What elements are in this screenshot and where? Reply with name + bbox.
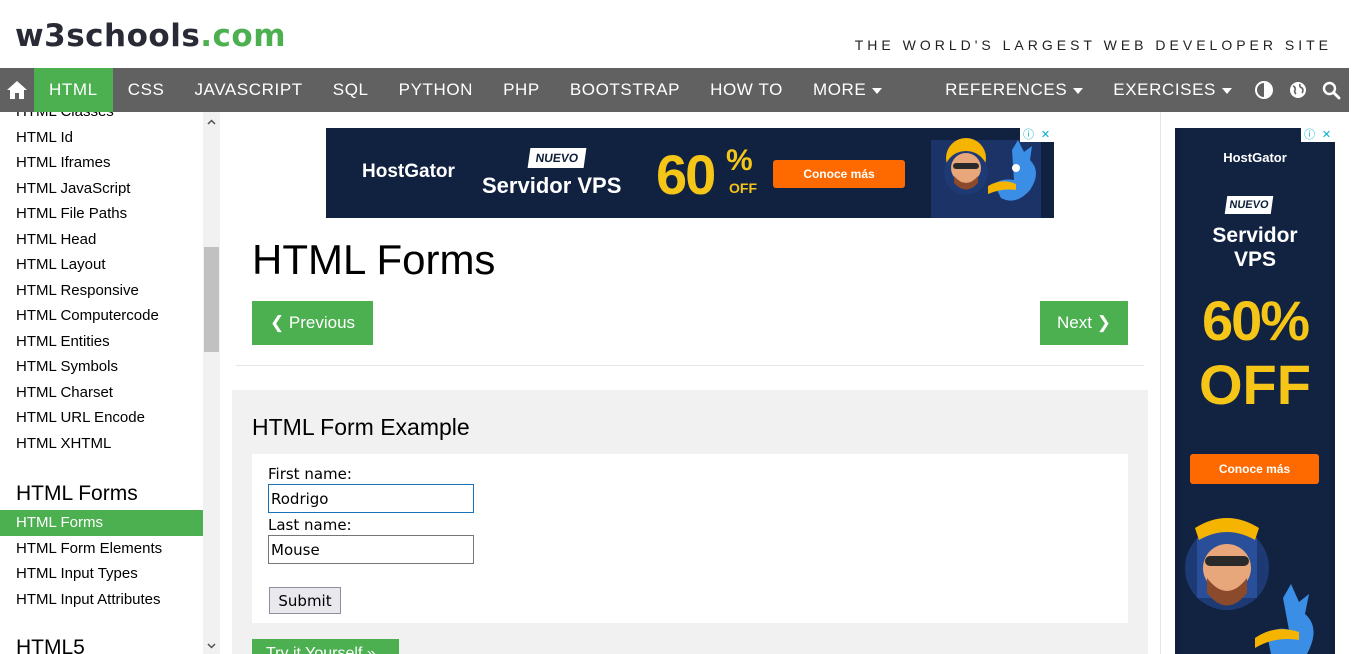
try-it-yourself-button[interactable]: Try it Yourself » bbox=[252, 639, 399, 654]
nav-item-css[interactable]: CSS bbox=[113, 68, 180, 112]
nav-item-php[interactable]: PHP bbox=[488, 68, 555, 112]
sidebar-item-html-xhtml[interactable]: HTML XHTML bbox=[0, 431, 203, 457]
nav-item-python[interactable]: PYTHON bbox=[384, 68, 488, 112]
last-name-label: Last name: bbox=[268, 516, 352, 534]
ad-banner-cta-button[interactable]: Conoce más bbox=[773, 160, 905, 188]
w3schools-logo[interactable]: w3schools.com bbox=[15, 18, 286, 54]
nav-item-html[interactable]: HTML bbox=[34, 68, 113, 112]
nav-item-sql[interactable]: SQL bbox=[318, 68, 384, 112]
ad-banner-badge: NUEVO bbox=[527, 148, 587, 168]
sidebar-item-html-charset[interactable]: HTML Charset bbox=[0, 380, 203, 406]
ad-banner-headline: Servidor VPS bbox=[482, 173, 622, 198]
ad-side-cta-button[interactable]: Conoce más bbox=[1190, 454, 1319, 484]
ad-side-headline-2: VPS bbox=[1233, 248, 1277, 271]
example-title: HTML Form Example bbox=[252, 414, 470, 440]
sidebar-scrollbar-thumb[interactable] bbox=[204, 247, 219, 352]
nav-item-references-label: REFERENCES bbox=[945, 80, 1068, 99]
previous-button[interactable]: ❮ Previous bbox=[252, 301, 373, 345]
translate-button[interactable] bbox=[1281, 68, 1315, 112]
ad-info-icon[interactable]: ⓘ bbox=[1020, 128, 1037, 142]
contrast-icon bbox=[1254, 81, 1273, 99]
ad-choices-controls: ⓘ ✕ bbox=[1020, 128, 1054, 142]
caret-down-icon bbox=[1073, 88, 1084, 94]
ad-banner-off: OFF bbox=[729, 180, 757, 196]
next-button[interactable]: Next ❯ bbox=[1040, 301, 1128, 345]
sidebar-item-html-form-elements[interactable]: HTML Form Elements bbox=[0, 536, 203, 562]
scroll-up-arrow-icon[interactable] bbox=[203, 113, 220, 130]
nav-item-references[interactable]: REFERENCES bbox=[930, 68, 1098, 112]
nav-item-how-to[interactable]: HOW TO bbox=[695, 68, 798, 112]
first-name-field[interactable]: Rodrigo bbox=[268, 484, 474, 513]
try-it-yourself-label: Try it Yourself » bbox=[266, 645, 376, 654]
ad-banner-percent: 60 bbox=[656, 143, 716, 206]
top-nav-bar: HTML CSS JAVASCRIPT SQL PYTHON PHP BOOTS… bbox=[0, 68, 1349, 112]
sidebar-item-html-entities[interactable]: HTML Entities bbox=[0, 329, 203, 355]
ad-close-icon[interactable]: ✕ bbox=[1318, 128, 1335, 142]
sidebar-item-html-head[interactable]: HTML Head bbox=[0, 227, 203, 253]
ad-side-percent: 60% bbox=[1201, 289, 1310, 352]
sidebar-item-html-javascript[interactable]: HTML JavaScript bbox=[0, 176, 203, 202]
search-button[interactable] bbox=[1315, 68, 1349, 112]
scroll-down-arrow-icon[interactable] bbox=[203, 637, 220, 654]
sidebar-item-html-file-paths[interactable]: HTML File Paths bbox=[0, 201, 203, 227]
nav-item-exercises[interactable]: EXERCISES bbox=[1098, 68, 1247, 112]
ad-info-icon[interactable]: ⓘ bbox=[1301, 128, 1318, 142]
last-name-value: Mouse bbox=[271, 540, 320, 559]
sidebar-item-html-id[interactable]: HTML Id bbox=[0, 125, 203, 151]
first-name-label: First name: bbox=[268, 465, 352, 483]
right-column-divider bbox=[1160, 112, 1161, 654]
nav-item-more[interactable]: MORE bbox=[798, 68, 897, 112]
sidebar-item-html-forms[interactable]: HTML Forms bbox=[0, 510, 203, 536]
dark-mode-toggle[interactable] bbox=[1247, 68, 1281, 112]
site-tagline: THE WORLD'S LARGEST WEB DEVELOPER SITE bbox=[854, 37, 1332, 53]
first-name-value: Rodrigo bbox=[271, 489, 329, 508]
search-icon bbox=[1323, 81, 1341, 99]
ad-banner-brand: HostGator bbox=[362, 161, 455, 182]
ad-side-off: OFF bbox=[1199, 353, 1311, 416]
sidebar-heading-html5: HTML5 bbox=[16, 636, 85, 654]
nav-item-exercises-label: EXERCISES bbox=[1113, 80, 1216, 99]
logo-text-domain: .com bbox=[200, 18, 287, 54]
submit-button[interactable]: Submit bbox=[269, 587, 341, 614]
page-title: HTML Forms bbox=[252, 236, 496, 283]
sidebar-scrollbar[interactable] bbox=[203, 112, 220, 654]
sidebar-item-html-layout[interactable]: HTML Layout bbox=[0, 252, 203, 278]
sidebar-item-html-classes[interactable]: HTML Classes bbox=[0, 112, 203, 125]
caret-down-icon bbox=[1221, 88, 1232, 94]
ad-choices-controls-side: ⓘ ✕ bbox=[1301, 128, 1335, 142]
ad-banner-percent-sign: % bbox=[726, 144, 753, 177]
ad-skyscraper[interactable]: HostGator NUEVO Servidor VPS 60% OFF Con… bbox=[1175, 128, 1335, 654]
sidebar-item-html-input-types[interactable]: HTML Input Types bbox=[0, 561, 203, 587]
sidebar: HTML Classes HTML Id HTML Iframes HTML J… bbox=[0, 112, 203, 654]
ad-side-headline-1: Servidor bbox=[1212, 224, 1298, 247]
ad-banner[interactable]: HostGator NUEVO Servidor VPS 60 % OFF Co… bbox=[326, 128, 1054, 218]
sidebar-item-html-url-encode[interactable]: HTML URL Encode bbox=[0, 405, 203, 431]
ad-side-brand: HostGator bbox=[1223, 150, 1287, 165]
globe-icon bbox=[1289, 82, 1306, 98]
divider bbox=[236, 365, 1144, 366]
top-header: w3schools.com THE WORLD'S LARGEST WEB DE… bbox=[0, 0, 1366, 68]
sidebar-item-html-iframes[interactable]: HTML Iframes bbox=[0, 150, 203, 176]
home-button[interactable] bbox=[0, 68, 34, 112]
ad-close-icon[interactable]: ✕ bbox=[1037, 128, 1054, 142]
nav-item-javascript[interactable]: JAVASCRIPT bbox=[179, 68, 317, 112]
ad-side-badge: NUEVO bbox=[1224, 196, 1274, 214]
sidebar-item-html-computercode[interactable]: HTML Computercode bbox=[0, 303, 203, 329]
sidebar-item-html-responsive[interactable]: HTML Responsive bbox=[0, 278, 203, 304]
sidebar-item-html-input-attributes[interactable]: HTML Input Attributes bbox=[0, 587, 203, 613]
sidebar-heading-html-forms: HTML Forms bbox=[16, 482, 138, 505]
last-name-field[interactable]: Mouse bbox=[268, 535, 474, 564]
nav-item-more-label: MORE bbox=[812, 80, 867, 99]
nav-item-bootstrap[interactable]: BOOTSTRAP bbox=[555, 68, 695, 112]
page-scrollbar[interactable] bbox=[1349, 0, 1366, 654]
caret-down-icon bbox=[872, 88, 883, 94]
home-icon bbox=[7, 81, 27, 99]
sidebar-item-html-symbols[interactable]: HTML Symbols bbox=[0, 354, 203, 380]
logo-text-main: w3schools bbox=[15, 18, 201, 54]
